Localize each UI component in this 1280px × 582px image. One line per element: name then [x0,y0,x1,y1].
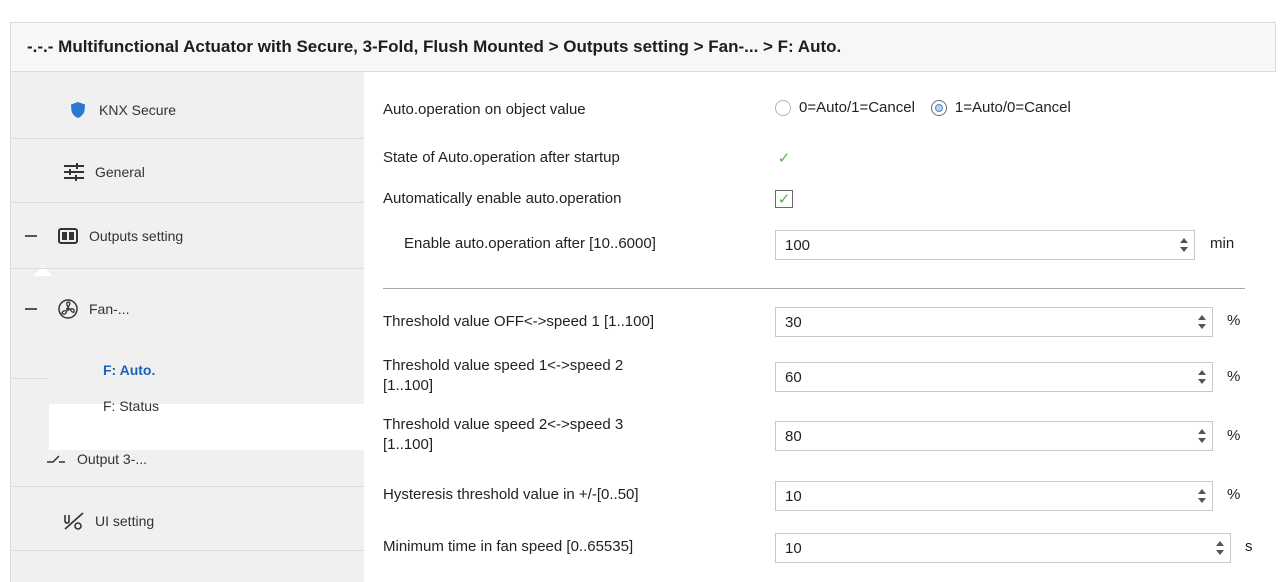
unit-label: min [1210,235,1235,252]
param-label: Enable auto.operation after [10..6000] [404,235,656,252]
spinner-down-icon[interactable] [1198,379,1206,384]
sidebar-item-fan[interactable]: Fan-... [25,299,129,319]
divider [11,550,365,551]
sidebar-item-label: Output 3-... [77,451,148,467]
collapse-icon[interactable] [25,235,37,237]
sidebar-item-general[interactable]: General [63,162,145,182]
field-value: 100 [785,236,811,254]
spinner-up-icon[interactable] [1216,541,1224,546]
sliders-icon [63,162,85,182]
spinner-up-icon[interactable] [1198,429,1206,434]
enable-after-input[interactable]: 100 [775,230,1195,260]
spinner-down-icon[interactable] [1180,247,1188,252]
collapse-icon[interactable] [25,308,37,310]
spinner-down-icon[interactable] [1198,438,1206,443]
divider [11,138,365,139]
switch-icon [45,449,67,469]
sidebar-item-label: Outputs setting [89,228,184,244]
threshold-2-3-input[interactable]: 80 [775,421,1213,451]
auto-enable-checkbox[interactable]: ✓ [775,190,793,208]
field-value: 80 [785,427,802,445]
title-bar: -.-.- Multifunctional Actuator with Secu… [0,0,1280,72]
field-value: 10 [785,539,802,557]
sidebar-item-label: General [95,164,145,180]
unit-label: % [1227,312,1241,329]
active-item-background [49,404,365,450]
spinner-up-icon[interactable] [1198,370,1206,375]
param-label: Threshold value speed 1<->speed 2 [1..10… [383,356,623,396]
unit-label: s [1245,538,1253,555]
state-after-startup-checkbox[interactable]: ✓ [775,149,793,167]
grid-icon [57,226,79,246]
spinner[interactable] [1180,237,1188,253]
sidebar-item-f-auto[interactable]: F: Auto. [103,362,155,378]
field-value: 30 [785,313,802,331]
fan-icon [57,299,79,319]
sidebar-item-label: F: Status [103,398,160,414]
param-label-line: [1..100] [383,377,434,394]
sidebar-item-label: F: Auto. [103,362,156,378]
spinner-down-icon[interactable] [1198,498,1206,503]
spinner-down-icon[interactable] [1198,324,1206,329]
param-label: Hysteresis threshold value in +/-[0..50] [383,486,639,503]
unit-label: % [1227,368,1241,385]
spinner-up-icon[interactable] [1198,489,1206,494]
field-value: 60 [785,368,802,386]
shield-icon [67,100,89,120]
sidebar-item-output3[interactable]: Output 3-... [45,449,147,469]
param-label: Threshold value OFF<->speed 1 [1..100] [383,313,654,330]
param-label: State of Auto.operation after startup [383,149,620,166]
threshold-off-1-input[interactable]: 30 [775,307,1213,337]
sidebar-item-ui-setting[interactable]: UI setting [63,511,154,531]
spinner[interactable] [1198,369,1206,385]
sidebar-item-outputs-setting[interactable]: Outputs setting [25,226,183,246]
radio-label: 0=Auto/1=Cancel [799,99,915,116]
auto-on-object-radio-group: 0=Auto/1=Cancel 1=Auto/0=Cancel [775,99,1071,116]
sidebar-item-f-status[interactable]: F: Status [103,398,159,414]
field-value: 10 [785,487,802,505]
spinner[interactable] [1198,488,1206,504]
spinner[interactable] [1198,428,1206,444]
spinner-up-icon[interactable] [1198,315,1206,320]
parameter-panel: Auto.operation on object value 0=Auto/1=… [364,72,1280,582]
sidebar-item-label: KNX Secure [99,102,177,118]
sidebar-item-label: Fan-... [89,301,130,317]
param-label-line: Threshold value speed 1<->speed 2 [383,357,624,374]
min-time-input[interactable]: 10 [775,533,1231,563]
param-label: Auto.operation on object value [383,101,586,118]
radio-auto-1[interactable] [930,99,947,116]
breadcrumb-bar: -.-.- Multifunctional Actuator with Secu… [10,22,1276,72]
divider [11,268,365,269]
param-label: Minimum time in fan speed [0..65535] [383,538,634,555]
threshold-1-2-input[interactable]: 60 [775,362,1213,392]
breadcrumb: -.-.- Multifunctional Actuator with Secu… [27,37,842,56]
sidebar-item-knx-secure[interactable]: KNX Secure [67,100,176,120]
ui-setting-icon [63,511,85,531]
spinner-down-icon[interactable] [1216,550,1224,555]
unit-label: % [1227,427,1241,444]
divider [11,378,49,379]
divider [11,202,365,203]
param-label-line: Threshold value speed 2<->speed 3 [383,416,624,433]
param-label: Threshold value speed 2<->speed 3 [1..10… [383,415,623,455]
divider [11,486,365,487]
sidebar: KNX Secure General Outputs setting Fan-.… [10,72,365,582]
radio-label: 1=Auto/0=Cancel [954,99,1071,116]
spinner[interactable] [1216,540,1224,556]
separator-line [383,288,1245,289]
unit-label: % [1227,486,1241,503]
param-label: Automatically enable auto.operation [383,190,622,207]
sidebar-item-label: UI setting [95,513,155,529]
spinner-up-icon[interactable] [1180,238,1188,243]
spinner[interactable] [1198,314,1206,330]
radio-auto-0[interactable] [775,99,791,116]
param-label-line: [1..100] [383,436,434,453]
hysteresis-input[interactable]: 10 [775,481,1213,511]
